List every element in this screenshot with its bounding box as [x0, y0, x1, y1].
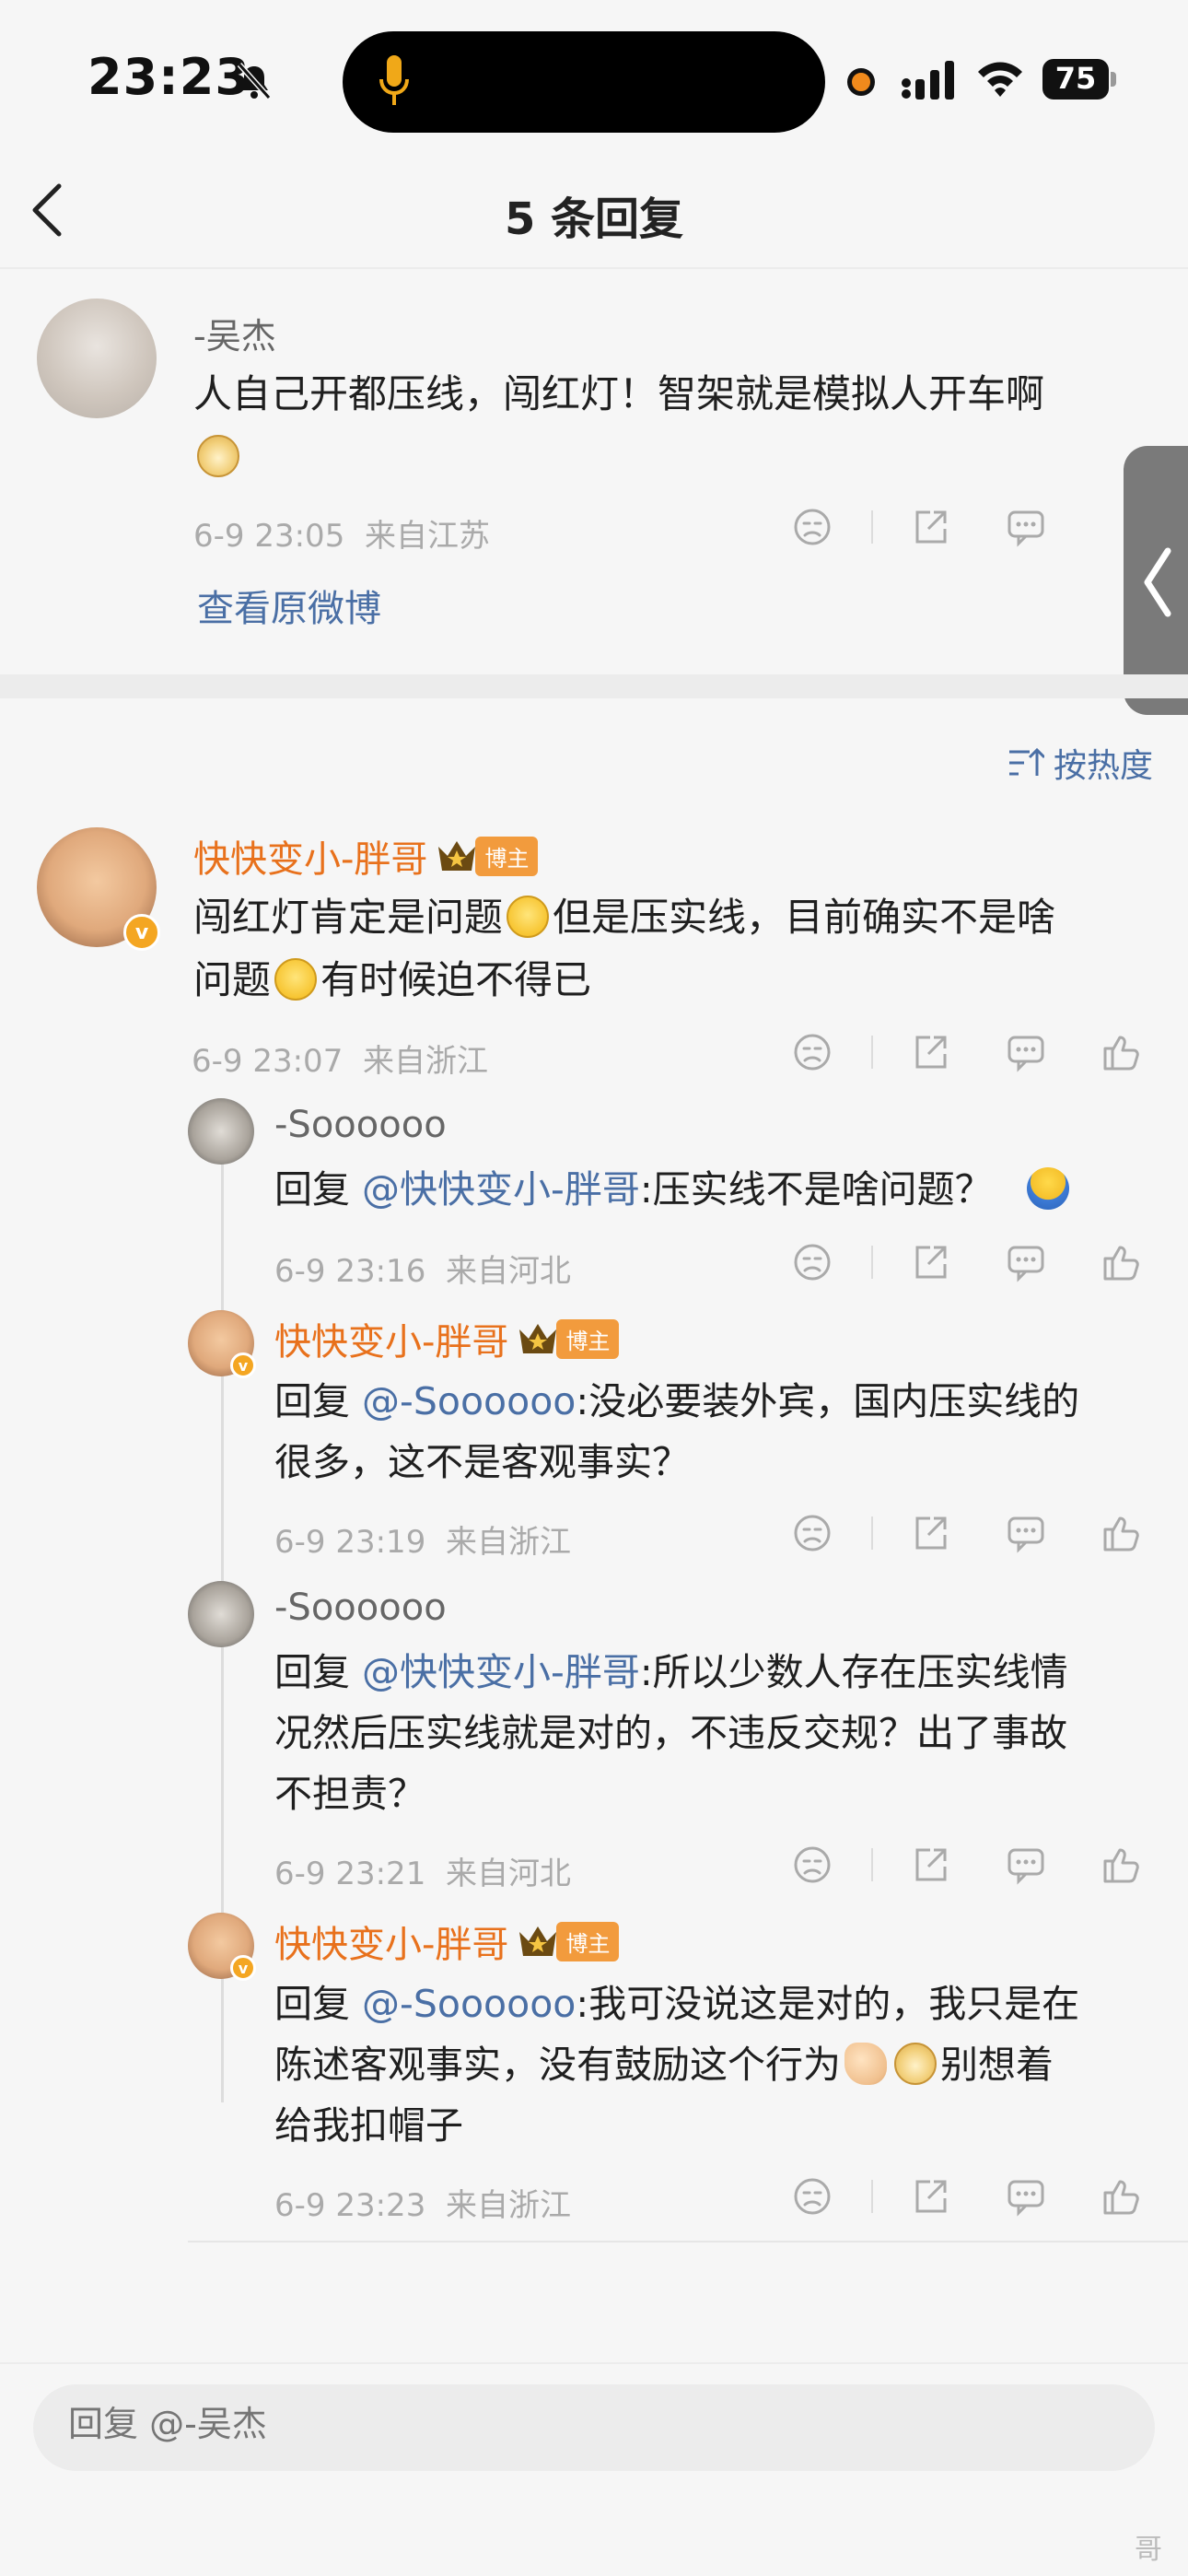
battery-indicator: 75	[1042, 59, 1118, 100]
thumbs-up-icon[interactable]	[1101, 1513, 1142, 1553]
comment-icon[interactable]	[1006, 1513, 1046, 1553]
reply-author: 快快变小-胖哥 博主	[274, 1914, 620, 1968]
username[interactable]: -Soooooo	[274, 1587, 447, 1629]
avatar[interactable]	[188, 1581, 254, 1647]
mention-link[interactable]: @快快变小-胖哥	[362, 1167, 640, 1212]
reply-actions	[792, 1242, 1142, 1282]
laugh-cry-emoji-icon	[507, 896, 550, 938]
comment-icon[interactable]	[1006, 1032, 1046, 1072]
crown-icon	[519, 1926, 557, 1956]
sort-icon	[1008, 747, 1044, 776]
username[interactable]: 快快变小-胖哥	[274, 1312, 508, 1365]
dynamic-island	[343, 31, 825, 133]
thumbs-up-icon[interactable]	[1101, 1242, 1142, 1282]
action-separator	[871, 1036, 873, 1069]
microphone-icon	[379, 55, 409, 105]
comment-icon[interactable]	[1006, 2176, 1046, 2217]
dislike-face-icon[interactable]	[792, 507, 833, 547]
wifi-icon	[978, 62, 1022, 97]
comment-text: 闯红灯肯定是问题 但是压实线，目前确实不是啥 问题 有时候迫不得已	[193, 895, 1056, 1002]
verified-badge-icon: v	[230, 1955, 256, 1981]
blogger-badge: 博主	[518, 1921, 620, 1961]
sort-button[interactable]: 按热度	[1007, 739, 1153, 787]
comment-icon[interactable]	[1006, 1844, 1046, 1885]
reply-text: 回复 @快快变小-胖哥:所以少数人存在压实线情 况然后压实线就是对的，不违反交规…	[274, 1650, 1068, 1816]
dislike-face-icon[interactable]	[792, 1513, 833, 1553]
cellular-signal-icon	[902, 61, 954, 100]
comment-text: 人自己开都压线，闯红灯！智架就是模拟人开车啊	[193, 363, 1114, 488]
dislike-face-icon[interactable]	[792, 1032, 833, 1072]
section-divider	[0, 674, 1188, 698]
username[interactable]: 快快变小-胖哥	[193, 829, 427, 883]
thread-end-divider	[188, 2241, 1188, 2242]
reply-text: 回复 @快快变小-胖哥:压实线不是啥问题？	[274, 1159, 1159, 1220]
battery-level: 75	[1054, 61, 1097, 96]
reply-meta: 6-9 23:16 来自河北	[274, 1253, 571, 1290]
action-separator	[871, 1848, 873, 1881]
verified-badge-icon: v	[123, 914, 160, 951]
username[interactable]: 快快变小-胖哥	[274, 1914, 508, 1968]
reply-text: 回复 @-Soooooo:我可没说这是对的，我只是在 陈述客观事实，没有鼓励这个…	[274, 1982, 1080, 2148]
share-icon[interactable]	[910, 1242, 950, 1282]
dislike-face-icon[interactable]	[792, 2176, 833, 2217]
blogger-badge: 博主	[437, 836, 539, 876]
reply-meta: 6-9 23:23 来自浙江	[274, 2187, 571, 2224]
action-separator	[871, 510, 873, 544]
mention-link[interactable]: @-Soooooo	[362, 1379, 576, 1423]
comment-actions	[792, 507, 1124, 547]
share-icon[interactable]	[910, 1844, 950, 1885]
reply-text: 回复 @-Soooooo:没必要装外宾，国内压实线的 很多，这不是客观事实？	[274, 1379, 1080, 1484]
share-icon[interactable]	[910, 507, 950, 547]
comment-icon[interactable]	[1006, 1242, 1046, 1282]
bell-off-icon	[237, 63, 272, 100]
page-title: 5 条回复	[504, 193, 684, 245]
doge-emoji-icon	[894, 2043, 937, 2085]
comment-author: 快快变小-胖哥 博主	[193, 829, 539, 883]
thumbs-up-icon[interactable]	[1101, 1844, 1142, 1885]
reply-actions	[792, 1513, 1142, 1553]
blogger-badge: 博主	[518, 1318, 620, 1359]
reply-actions	[792, 2176, 1142, 2217]
reply-input[interactable]	[66, 2403, 1083, 2445]
mention-link[interactable]: @快快变小-胖哥	[362, 1650, 640, 1694]
bottom-divider	[0, 2362, 1188, 2364]
crown-icon	[519, 1324, 557, 1353]
reply-actions	[792, 1844, 1142, 1885]
view-original-link[interactable]: 查看原微博	[197, 579, 381, 632]
comment-actions	[792, 1032, 1142, 1072]
comment-meta: 6-9 23:07 来自浙江	[192, 1043, 488, 1080]
comment-icon[interactable]	[1006, 507, 1046, 547]
dislike-face-icon[interactable]	[792, 1242, 833, 1282]
dislike-face-icon[interactable]	[792, 1844, 833, 1885]
reply-author: 快快变小-胖哥 博主	[274, 1312, 620, 1365]
chevron-left-icon	[1144, 547, 1171, 617]
crown-icon	[438, 841, 476, 871]
doge-emoji-icon	[197, 435, 239, 477]
share-icon[interactable]	[910, 2176, 950, 2217]
comment-meta: 6-9 23:05 来自江苏	[193, 518, 490, 555]
mention-link[interactable]: @-Soooooo	[362, 1982, 576, 2026]
share-icon[interactable]	[910, 1513, 950, 1553]
avatar[interactable]	[37, 299, 157, 418]
action-separator	[871, 1246, 873, 1279]
laugh-cry-emoji-icon	[274, 958, 318, 1001]
action-separator	[871, 2180, 873, 2213]
thumbs-up-icon[interactable]	[1101, 2176, 1142, 2217]
status-time: 23:23	[87, 48, 250, 106]
pointing-hand-emoji-icon	[844, 2043, 887, 2085]
header-divider	[0, 267, 1188, 269]
action-separator	[871, 1516, 873, 1550]
watermark: 哥	[1135, 2534, 1162, 2566]
verified-badge-icon: v	[230, 1352, 256, 1378]
shrug-emoji-icon	[1026, 1167, 1069, 1210]
thumbs-up-icon[interactable]	[1101, 1032, 1142, 1072]
username[interactable]: -吴杰	[193, 308, 276, 358]
reply-meta: 6-9 23:21 来自河北	[274, 1856, 571, 1892]
username[interactable]: -Soooooo	[274, 1104, 447, 1146]
camera-indicator	[847, 68, 875, 96]
avatar[interactable]	[188, 1098, 254, 1165]
reply-meta: 6-9 23:19 来自浙江	[274, 1524, 571, 1561]
share-icon[interactable]	[910, 1032, 950, 1072]
